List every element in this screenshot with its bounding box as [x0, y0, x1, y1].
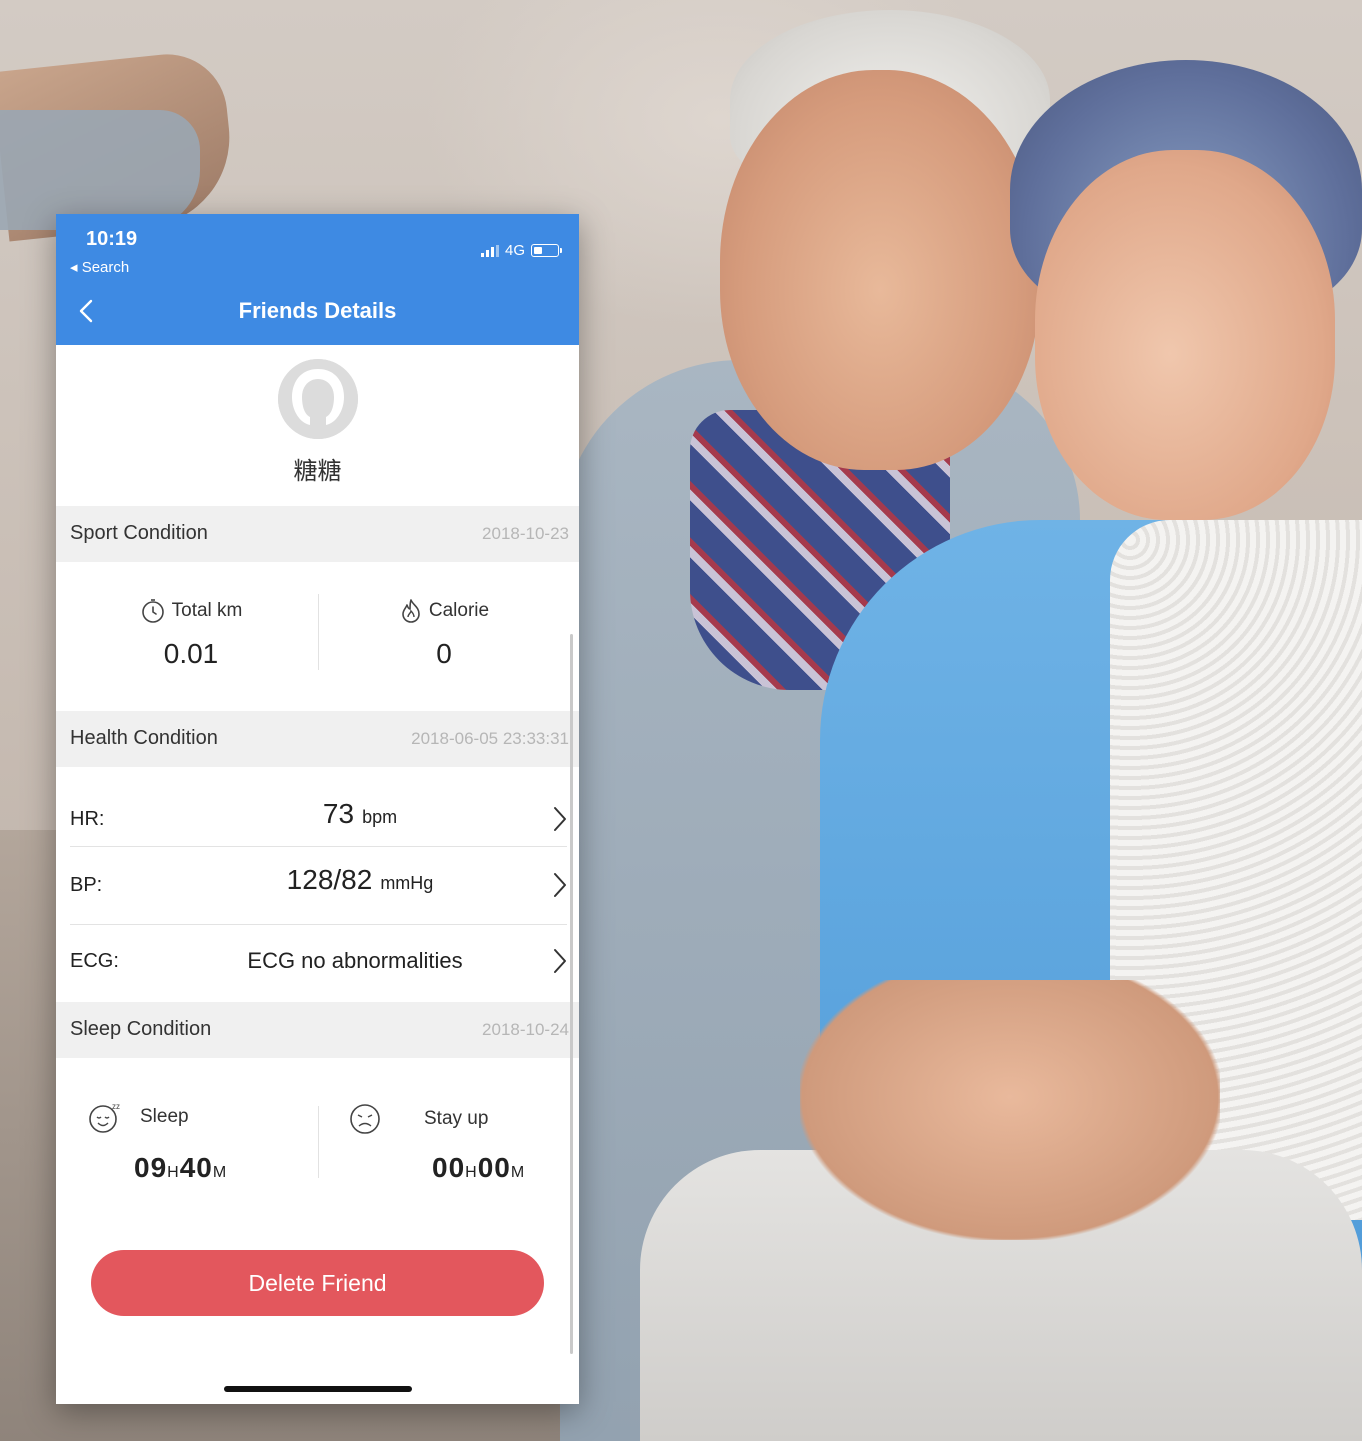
health-date: 2018-06-05 23:33:31	[411, 729, 569, 748]
sleeve	[0, 110, 200, 230]
hour-unit: H	[167, 1164, 180, 1181]
chevron-right-icon	[554, 873, 566, 897]
hr-value: 73	[322, 798, 355, 829]
divider	[318, 594, 319, 670]
chevron-right-icon	[554, 949, 566, 973]
minute-unit: M	[212, 1164, 228, 1181]
page-title: Friends Details	[238, 298, 397, 323]
stopwatch-icon	[141, 599, 164, 623]
scrollbar[interactable]	[570, 634, 573, 1354]
hr-label: HR:	[70, 808, 105, 830]
total-km-stat: Total km 0.01	[86, 598, 296, 670]
ecg-row[interactable]: ECG: ECG no abnormalities	[70, 930, 567, 992]
hour-unit: H	[465, 1164, 478, 1181]
sport-section-title: Sport Condition	[70, 522, 208, 544]
tired-face-icon	[350, 1104, 380, 1134]
friend-name: 糖糖	[293, 458, 342, 485]
total-km-value: 0.01	[163, 638, 219, 669]
sport-date: 2018-10-23	[482, 524, 569, 543]
row-divider	[70, 846, 567, 847]
avatar	[278, 359, 358, 439]
bp-value-group: 128/82 mmHg	[220, 864, 500, 896]
ecg-label: ECG:	[70, 950, 119, 972]
sleep-face-icon: zz	[89, 1102, 120, 1133]
signal-icon	[480, 244, 499, 257]
man-face	[720, 70, 1040, 470]
svg-text:zz: zz	[112, 1102, 120, 1111]
calorie-label-row: Calorie	[339, 598, 549, 624]
sleep-section-header: Sleep Condition 2018-10-24	[56, 1002, 579, 1058]
sleep-date: 2018-10-24	[482, 1020, 569, 1039]
calorie-stat: Calorie 0	[339, 598, 549, 670]
sport-section-header: Sport Condition 2018-10-23	[56, 506, 579, 562]
delete-friend-button[interactable]: Delete Friend	[91, 1250, 544, 1316]
bp-unit: mmHg	[380, 873, 434, 893]
network-type: 4G	[504, 242, 525, 259]
ecg-result: ECG no abnormalities	[247, 948, 463, 973]
flame-icon	[402, 599, 420, 623]
phone-screen: 10:19 ◂ Search 4G Friends Details 糖糖 Spo…	[56, 214, 579, 1404]
stayup-label: Stay up	[424, 1108, 489, 1129]
total-km-label-row: Total km	[86, 598, 296, 624]
stayup-minutes: 00	[477, 1152, 511, 1183]
calorie-label: Calorie	[428, 600, 490, 621]
sleep-label-row: zz Sleep	[88, 1100, 189, 1134]
woman-face	[1035, 150, 1335, 520]
calorie-value: 0	[436, 638, 452, 669]
hr-unit: bpm	[362, 807, 398, 827]
friend-profile: 糖糖	[56, 345, 579, 505]
sleep-section-title: Sleep Condition	[70, 1018, 212, 1040]
health-section-title: Health Condition	[70, 727, 218, 749]
home-indicator[interactable]	[224, 1386, 412, 1392]
stayup-hours: 00	[432, 1152, 466, 1183]
bp-value: 128/82	[286, 864, 373, 895]
status-indicators: 4G	[480, 242, 562, 259]
divider	[318, 1106, 319, 1178]
minute-unit: M	[510, 1164, 526, 1181]
health-section-header: Health Condition 2018-06-05 23:33:31	[56, 711, 579, 767]
hr-row[interactable]: HR: 73 bpm	[70, 788, 567, 850]
status-back-link[interactable]: ◂ Search	[70, 258, 129, 276]
sleep-minutes: 40	[179, 1152, 213, 1183]
clasped-hands	[800, 980, 1220, 1240]
battery-icon	[531, 244, 562, 257]
status-time: 10:19	[86, 228, 138, 250]
sleep-duration: 09H40M	[134, 1152, 227, 1184]
sleep-hours: 09	[134, 1152, 168, 1183]
row-divider	[70, 924, 567, 925]
bp-label: BP:	[70, 874, 103, 896]
chevron-right-icon	[554, 807, 566, 831]
stayup-duration: 00H00M	[432, 1152, 525, 1184]
total-km-label: Total km	[171, 600, 243, 621]
stayup-label-row: Stay up	[348, 1102, 488, 1136]
bp-row[interactable]: BP: 128/82 mmHg	[70, 854, 567, 916]
hr-value-group: 73 bpm	[220, 798, 500, 830]
sleep-label: Sleep	[140, 1106, 189, 1127]
avatar-icon	[278, 359, 358, 439]
app-header: 10:19 ◂ Search 4G Friends Details	[56, 214, 579, 345]
